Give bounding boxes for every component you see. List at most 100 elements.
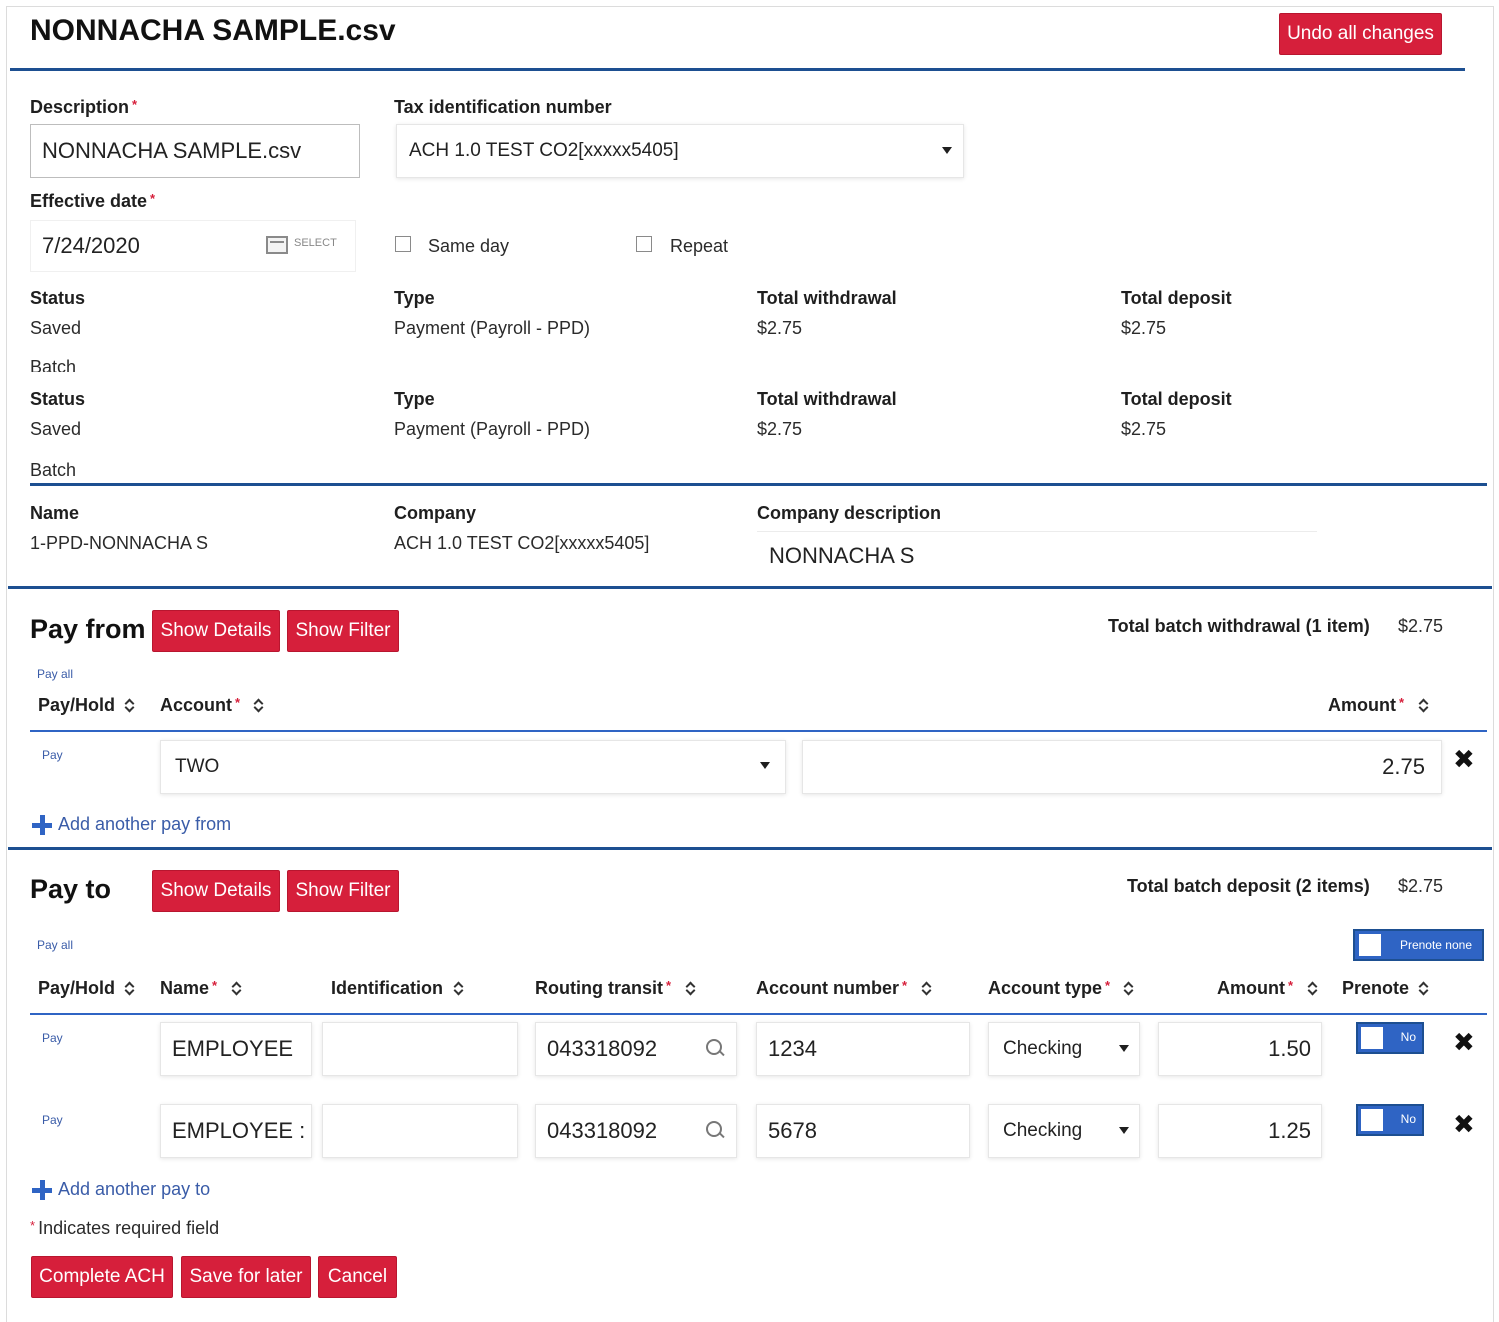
account-type-select[interactable]: Checking	[988, 1104, 1140, 1158]
sort-icon[interactable]	[1308, 981, 1318, 995]
total-withdrawal-value: $2.75	[757, 318, 803, 338]
pay-from-amount-input[interactable]: 2.75	[802, 740, 1442, 794]
tax-id-label: Tax identification number	[394, 97, 612, 117]
status-value: Saved	[30, 419, 82, 439]
remove-row-icon[interactable]: ✖	[1453, 1111, 1475, 1137]
pay-to-header-line	[30, 1013, 1487, 1015]
cancel-button[interactable]: Cancel	[318, 1256, 397, 1298]
col-routing-header[interactable]: Routing transit *	[535, 978, 671, 999]
col-prenote-header[interactable]: Prenote	[1342, 978, 1409, 999]
batch-divider	[30, 483, 1487, 486]
repeat-checkbox[interactable]	[636, 236, 652, 252]
pay-from-pay-all-link[interactable]: Pay all	[37, 667, 73, 681]
payee-name-input[interactable]: EMPLOYEE	[160, 1022, 312, 1076]
calendar-icon[interactable]	[266, 236, 288, 254]
pay-from-row-pay-link[interactable]: Pay	[42, 748, 63, 762]
total-deposit-value: $2.75	[1121, 318, 1167, 338]
toggle-knob	[1359, 934, 1381, 956]
type-value: Payment (Payroll - PPD)	[394, 419, 591, 439]
company-description-label: Company description	[757, 503, 942, 523]
col-name-header[interactable]: Name *	[160, 978, 217, 999]
prenote-none-toggle[interactable]: Prenote none	[1353, 929, 1484, 961]
prenote-toggle-label: No	[1400, 1112, 1416, 1126]
toggle-knob	[1361, 1109, 1383, 1131]
chevron-down-icon	[942, 147, 952, 154]
account-number-input[interactable]: 1234	[756, 1022, 970, 1076]
search-icon[interactable]	[706, 1121, 726, 1141]
complete-ach-button[interactable]: Complete ACH	[31, 1256, 173, 1298]
col-identification-header[interactable]: Identification	[331, 978, 443, 999]
sort-icon[interactable]	[254, 698, 264, 712]
sort-icon[interactable]	[232, 981, 242, 995]
pay-to-show-details-button[interactable]: Show Details	[152, 870, 280, 912]
total-withdrawal-label: Total withdrawal	[757, 389, 897, 409]
save-for-later-button[interactable]: Save for later	[181, 1256, 311, 1298]
payee-amount-input[interactable]: 1.25	[1158, 1104, 1322, 1158]
same-day-checkbox[interactable]	[395, 236, 411, 252]
status-value: Saved	[30, 318, 82, 338]
status-label: Status	[30, 389, 86, 409]
description-input[interactable]: NONNACHA SAMPLE.csv	[30, 124, 360, 178]
add-another-pay-from-link[interactable]: Add another pay from	[32, 814, 231, 835]
payee-name-input[interactable]: EMPLOYEE :	[160, 1104, 312, 1158]
sort-icon[interactable]	[1124, 981, 1134, 995]
pay-from-title: Pay from	[30, 614, 146, 644]
total-batch-withdrawal-label: Total batch withdrawal (1 item)	[1108, 616, 1370, 636]
undo-all-changes-button[interactable]: Undo all changes	[1279, 13, 1442, 55]
sort-icon[interactable]	[922, 981, 932, 995]
add-another-pay-to-link[interactable]: Add another pay to	[32, 1179, 210, 1200]
search-icon[interactable]	[706, 1039, 726, 1059]
identification-input[interactable]	[322, 1104, 518, 1158]
pay-from-account-select[interactable]: TWO	[160, 740, 786, 794]
pay-from-show-filter-button[interactable]: Show Filter	[287, 610, 399, 652]
tax-id-select[interactable]: ACH 1.0 TEST CO2[xxxxx5405]	[396, 124, 964, 178]
pay-to-divider	[8, 847, 1492, 850]
col-account-header[interactable]: Account *	[160, 695, 240, 716]
pay-to-title: Pay to	[30, 874, 112, 904]
plus-icon	[32, 814, 52, 835]
account-type-select[interactable]: Checking	[988, 1022, 1140, 1076]
pay-from-header-line	[30, 730, 1487, 732]
toggle-knob	[1361, 1027, 1383, 1049]
col-payhold-header[interactable]: Pay/Hold	[38, 978, 115, 999]
identification-input[interactable]	[322, 1022, 518, 1076]
date-select-label[interactable]: SELECT	[294, 237, 337, 249]
col-amount-header[interactable]: Amount *	[1217, 978, 1293, 999]
pay-to-show-filter-button[interactable]: Show Filter	[287, 870, 399, 912]
sort-icon[interactable]	[125, 698, 135, 712]
col-amount-header[interactable]: Amount *	[1328, 695, 1404, 716]
status-label: Status	[30, 288, 86, 308]
total-deposit-label: Total deposit	[1121, 389, 1232, 409]
repeat-label: Repeat	[670, 236, 729, 256]
effective-date-label: Effective date *	[30, 191, 156, 211]
batch-heading: Batch	[30, 357, 77, 372]
description-label: Description *	[30, 97, 138, 117]
pay-from-show-details-button[interactable]: Show Details	[152, 610, 280, 652]
total-withdrawal-label: Total withdrawal	[757, 288, 897, 308]
sort-icon[interactable]	[454, 981, 464, 995]
payee-amount-input[interactable]: 1.50	[1158, 1022, 1322, 1076]
pay-to-row-pay-link[interactable]: Pay	[42, 1113, 63, 1127]
col-account-number-header[interactable]: Account number *	[756, 978, 907, 999]
prenote-toggle[interactable]: No	[1356, 1022, 1424, 1054]
company-description-top-line	[757, 531, 1317, 532]
col-payhold-header[interactable]: Pay/Hold	[38, 695, 115, 716]
sort-icon[interactable]	[1419, 698, 1429, 712]
chevron-down-icon	[1119, 1045, 1129, 1052]
sort-icon[interactable]	[686, 981, 696, 995]
total-deposit-value: $2.75	[1121, 419, 1167, 439]
account-number-input[interactable]: 5678	[756, 1104, 970, 1158]
pay-to-row-pay-link[interactable]: Pay	[42, 1031, 63, 1045]
pay-to-pay-all-link[interactable]: Pay all	[37, 938, 73, 952]
remove-row-icon[interactable]: ✖	[1453, 1029, 1475, 1055]
header-divider	[10, 68, 1465, 71]
col-account-type-header[interactable]: Account type *	[988, 978, 1110, 999]
plus-icon	[32, 1179, 52, 1200]
sort-icon[interactable]	[125, 981, 135, 995]
prenote-toggle[interactable]: No	[1356, 1104, 1424, 1136]
sort-icon[interactable]	[1419, 981, 1429, 995]
remove-row-icon[interactable]: ✖	[1453, 746, 1475, 772]
page-title: NONNACHA SAMPLE.csv	[30, 14, 396, 47]
chevron-down-icon	[760, 762, 770, 769]
same-day-label: Same day	[428, 236, 510, 256]
